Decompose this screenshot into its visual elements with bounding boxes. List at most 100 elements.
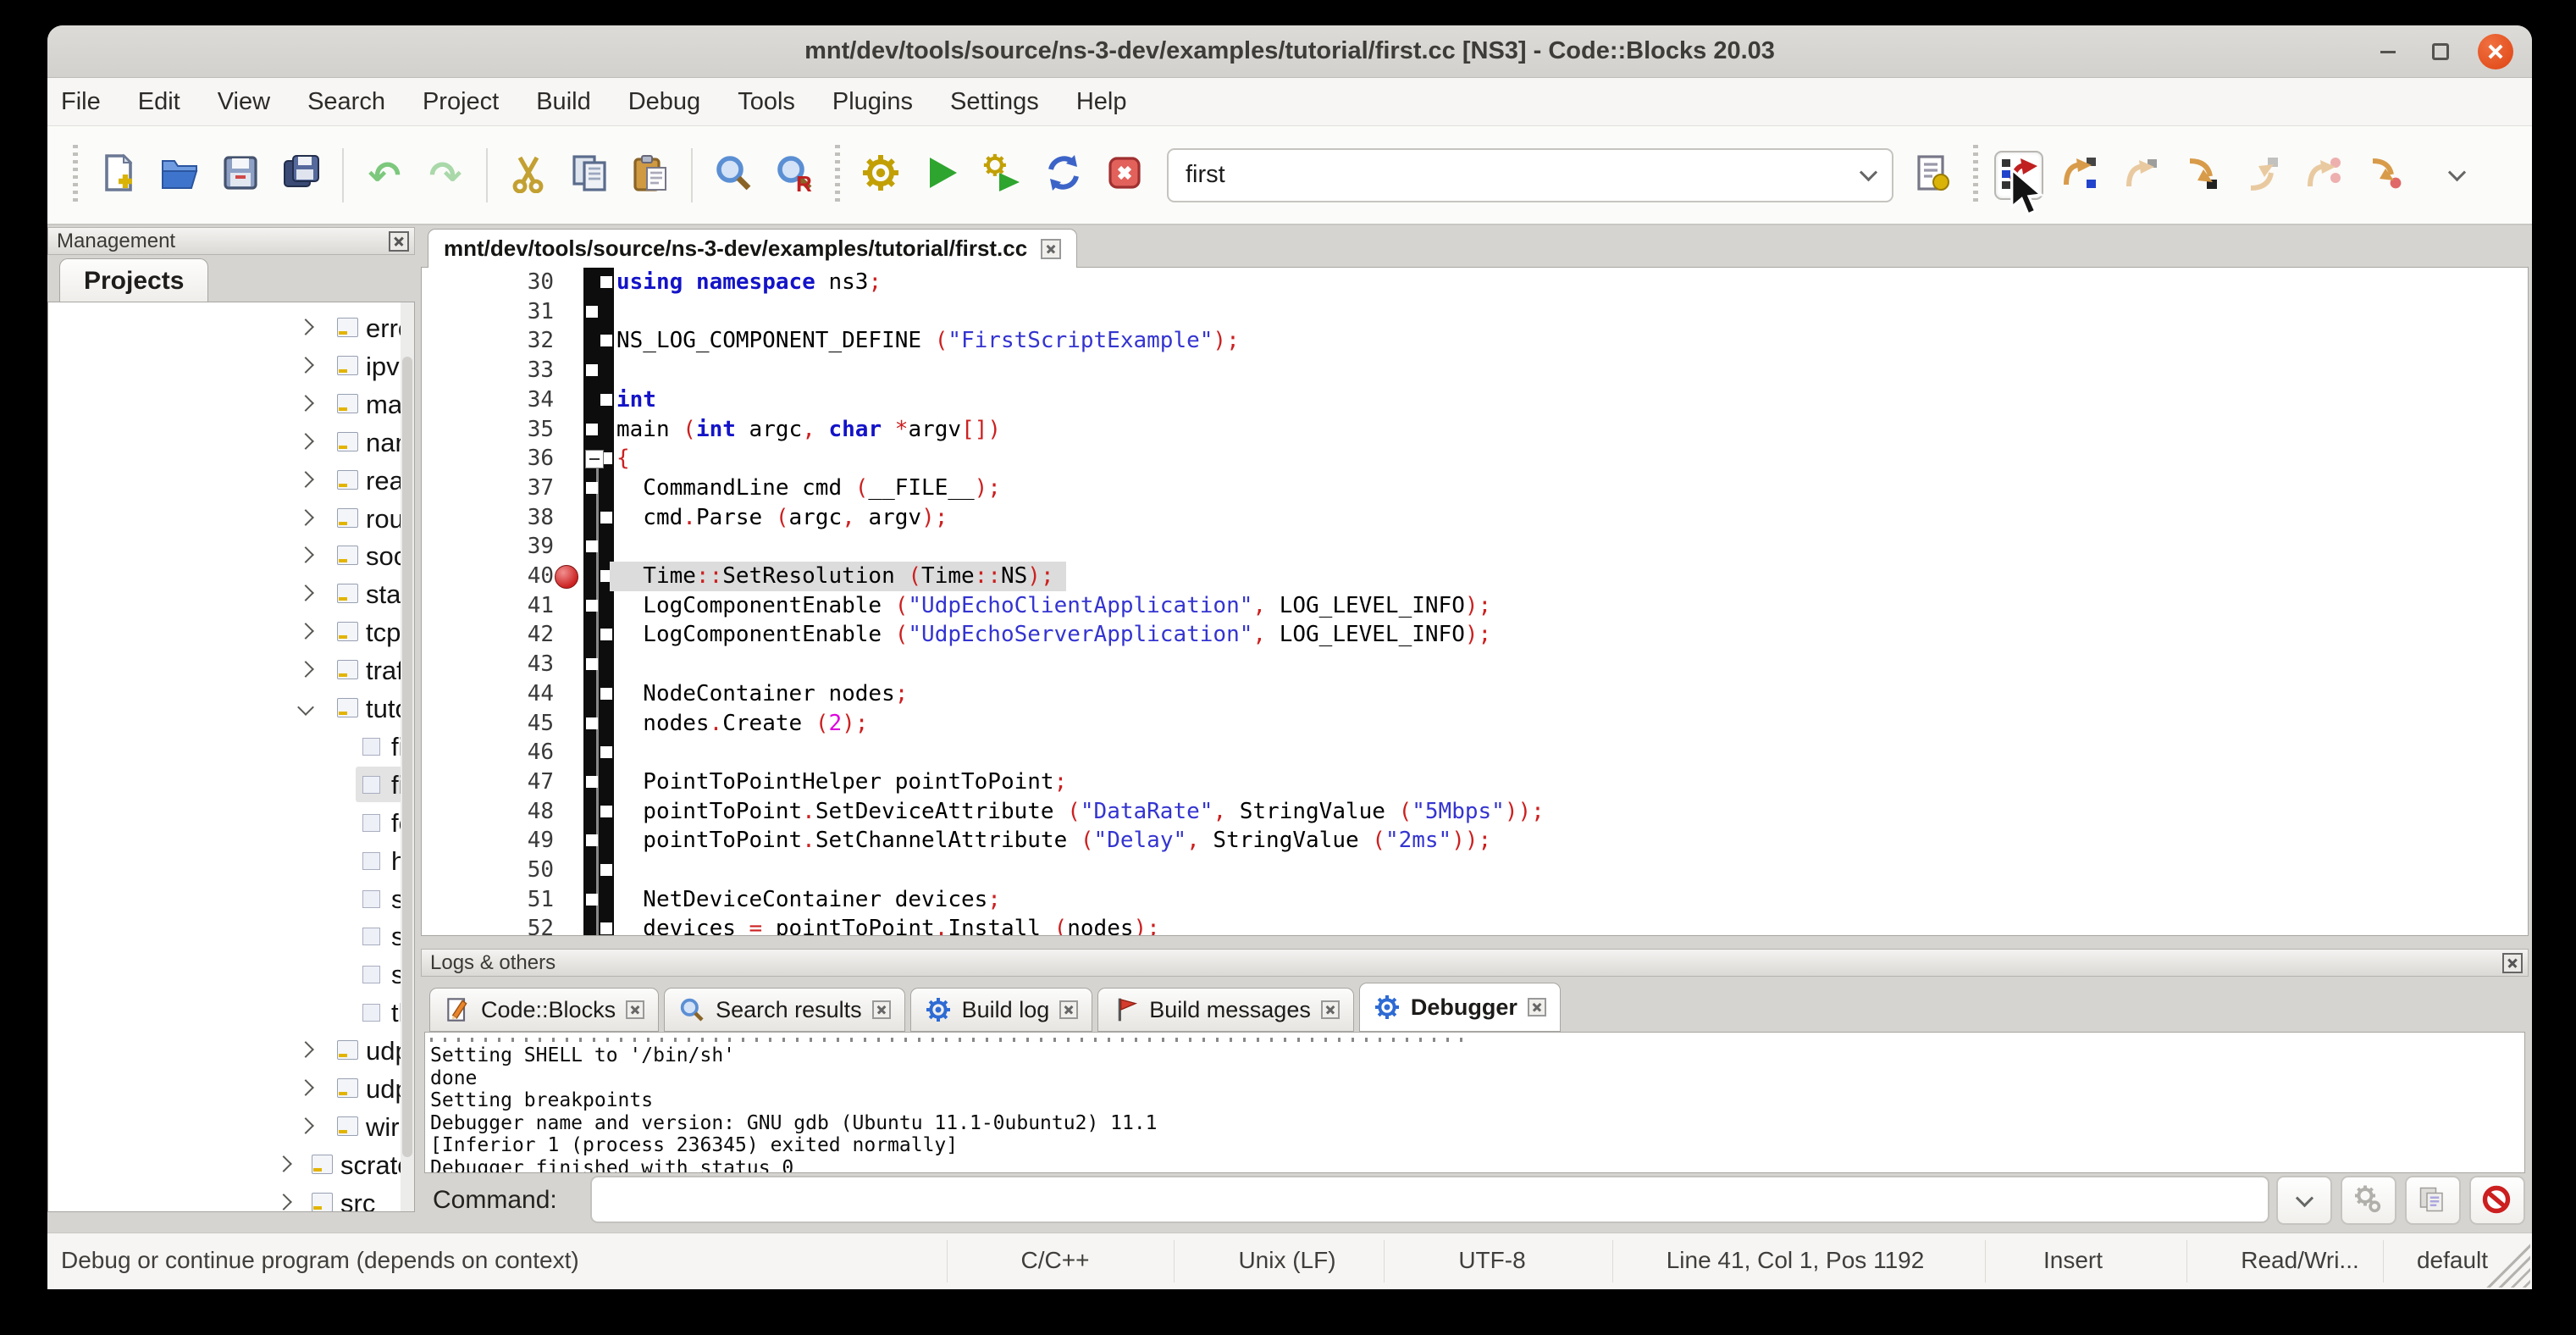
fold-collapse-icon[interactable] — [585, 450, 604, 468]
copy-button[interactable] — [565, 151, 614, 200]
tree-item-src[interactable]: src — [48, 1185, 414, 1212]
tree-item-se[interactable]: se — [48, 881, 414, 917]
tab-close-button[interactable] — [626, 1000, 644, 1019]
editor-tab-first-cc[interactable]: mnt/dev/tools/source/ns-3-dev/examples/t… — [428, 229, 1077, 268]
debugger-log-output[interactable]: Setting SHELL to '/bin/sh'doneSetting br… — [424, 1032, 2525, 1173]
menu-help[interactable]: Help — [1076, 88, 1127, 116]
management-close-button[interactable] — [389, 231, 409, 252]
chevron-down-icon[interactable] — [297, 699, 314, 716]
command-input[interactable] — [590, 1176, 2269, 1223]
chevron-right-icon[interactable] — [297, 395, 314, 412]
tab-close-button[interactable] — [1321, 1000, 1340, 1019]
code-line-41[interactable]: 41 LogComponentEnable ("UdpEchoClientApp… — [422, 591, 2528, 621]
run-to-cursor-button[interactable] — [2055, 151, 2104, 200]
chevron-right-icon[interactable] — [275, 1194, 292, 1210]
code-line-31[interactable]: 31 — [422, 297, 2528, 327]
build-and-run-button[interactable] — [978, 151, 1027, 200]
code-line-51[interactable]: 51 NetDeviceContainer devices; — [422, 885, 2528, 915]
chevron-right-icon[interactable] — [297, 546, 314, 563]
new-file-button[interactable] — [94, 151, 143, 200]
tree-item-mat[interactable]: mat — [48, 386, 414, 422]
logs-close-button[interactable] — [2502, 953, 2523, 973]
save-all-button[interactable] — [277, 151, 326, 200]
chevron-right-icon[interactable] — [297, 433, 314, 450]
tree-item-reall[interactable]: reall — [48, 463, 414, 498]
code-line-49[interactable]: 49 pointToPoint.SetChannelAttribute ("De… — [422, 826, 2528, 856]
maximize-button[interactable] — [2425, 36, 2456, 67]
next-line-button[interactable] — [2116, 151, 2165, 200]
chevron-right-icon[interactable] — [275, 1155, 292, 1172]
chevron-right-icon[interactable] — [297, 1041, 314, 1058]
tree-item-stat[interactable]: stat — [48, 576, 414, 612]
tree-item-fif[interactable]: fif — [48, 728, 414, 764]
paste-button[interactable] — [626, 151, 675, 200]
tree-item-scratch[interactable]: scratch — [48, 1147, 414, 1183]
menu-plugins[interactable]: Plugins — [832, 88, 913, 116]
stop-debugger-button[interactable] — [2469, 1176, 2525, 1225]
panel-splitter[interactable] — [415, 227, 421, 1233]
compile-target-button[interactable] — [1908, 151, 1957, 200]
code-line-44[interactable]: 44 NodeContainer nodes; — [422, 679, 2528, 709]
tree-item-tuto[interactable]: tuto — [48, 690, 414, 726]
chevron-right-icon[interactable] — [297, 661, 314, 678]
logs-tab-debugger[interactable]: Debugger — [1359, 983, 1561, 1032]
code-line-32[interactable]: 32NS_LOG_COMPONENT_DEFINE ("FirstScriptE… — [422, 326, 2528, 356]
chevron-right-icon[interactable] — [297, 623, 314, 640]
tree-item-fo[interactable]: fo — [48, 805, 414, 840]
step-out-button[interactable] — [2238, 151, 2287, 200]
tree-item-fir[interactable]: fir — [48, 767, 414, 802]
tree-item-udp[interactable]: udp- — [48, 1071, 414, 1106]
menu-debug[interactable]: Debug — [628, 88, 700, 116]
code-editor[interactable]: 30using namespace ns3;3132NS_LOG_COMPONE… — [421, 267, 2529, 936]
logs-tab-code-blocks[interactable]: Code::Blocks — [429, 988, 659, 1032]
tree-scrollbar-thumb[interactable] — [402, 357, 412, 1156]
toolbar-grip[interactable] — [73, 145, 78, 206]
debug-windows-button[interactable] — [2341, 1176, 2396, 1225]
next-instruction-button[interactable] — [2299, 151, 2348, 200]
open-file-button[interactable] — [155, 151, 204, 200]
debug-toolbar-expand-button[interactable] — [2432, 151, 2481, 200]
tree-item-se[interactable]: se — [48, 918, 414, 954]
tree-item-udp[interactable]: udp — [48, 1033, 414, 1068]
tab-projects[interactable]: Projects — [59, 258, 208, 302]
menu-project[interactable]: Project — [423, 88, 499, 116]
chevron-right-icon[interactable] — [297, 1117, 314, 1134]
breakpoint-marker[interactable] — [555, 565, 578, 589]
chevron-right-icon[interactable] — [297, 319, 314, 335]
menu-search[interactable]: Search — [307, 88, 385, 116]
menu-file[interactable]: File — [61, 88, 101, 116]
tree-item-six[interactable]: six — [48, 956, 414, 992]
save-button[interactable] — [216, 151, 265, 200]
menu-tools[interactable]: Tools — [738, 88, 795, 116]
code-line-47[interactable]: 47 PointToPointHelper pointToPoint; — [422, 767, 2528, 797]
code-line-48[interactable]: 48 pointToPoint.SetDeviceAttribute ("Dat… — [422, 797, 2528, 827]
step-into-button[interactable] — [2177, 151, 2226, 200]
chevron-right-icon[interactable] — [297, 1079, 314, 1096]
code-line-40[interactable]: 40 Time::SetResolution (Time::NS); — [422, 562, 2528, 591]
code-line-34[interactable]: 34int — [422, 385, 2528, 415]
menu-settings[interactable]: Settings — [950, 88, 1039, 116]
find-button[interactable] — [709, 151, 758, 200]
menu-build[interactable]: Build — [536, 88, 591, 116]
tree-item-rout[interactable]: rout — [48, 501, 414, 536]
tree-item-tcp[interactable]: tcp — [48, 614, 414, 650]
tree-item-sock[interactable]: sock — [48, 538, 414, 573]
code-line-46[interactable]: 46 — [422, 738, 2528, 767]
logs-tab-build-log[interactable]: Build log — [910, 988, 1093, 1032]
menu-edit[interactable]: Edit — [138, 88, 180, 116]
logs-tab-search-results[interactable]: Search results — [664, 988, 905, 1032]
tree-item-th[interactable]: th — [48, 994, 414, 1030]
code-line-38[interactable]: 38 cmd.Parse (argc, argv); — [422, 503, 2528, 533]
code-line-33[interactable]: 33 — [422, 356, 2528, 385]
redo-button[interactable]: ↷ — [421, 151, 470, 200]
chevron-right-icon[interactable] — [297, 584, 314, 601]
tab-close-button[interactable] — [1528, 998, 1546, 1016]
logs-tab-build-messages[interactable]: Build messages — [1097, 988, 1354, 1032]
rebuild-button[interactable] — [1039, 151, 1088, 200]
titlebar[interactable]: mnt/dev/tools/source/ns-3-dev/examples/t… — [47, 25, 2532, 78]
menu-view[interactable]: View — [218, 88, 270, 116]
replace-button[interactable]: R — [770, 151, 819, 200]
tree-item-he[interactable]: he — [48, 843, 414, 878]
abort-build-button[interactable] — [1100, 151, 1149, 200]
code-line-37[interactable]: 37 CommandLine cmd (__FILE__); — [422, 474, 2528, 503]
